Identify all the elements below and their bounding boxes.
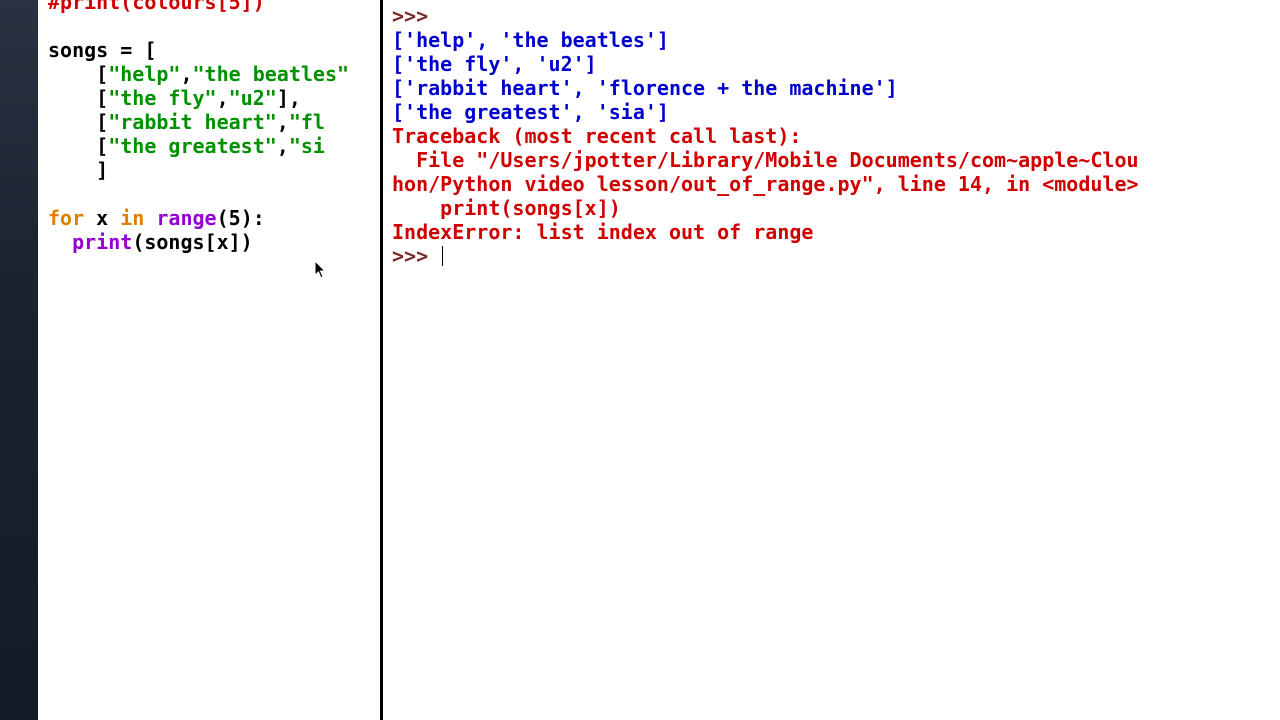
shell-prompt: >>> xyxy=(392,4,428,28)
shell-content[interactable]: >>> ['help', 'the beatles'] ['the fly', … xyxy=(386,0,1280,268)
code-editor-pane[interactable]: #print(colours[5]) songs = [ ["help","th… xyxy=(38,0,383,720)
traceback-line: Traceback (most recent call last): xyxy=(392,124,801,148)
traceback-line: hon/Python video lesson/out_of_range.py"… xyxy=(392,172,1139,196)
shell-output-line: ['the greatest', 'sia'] xyxy=(392,100,669,124)
traceback-line: File "/Users/jpotter/Library/Mobile Docu… xyxy=(392,148,1139,172)
desktop-background-strip xyxy=(0,0,38,720)
songs-assign: songs = [ xyxy=(48,38,156,62)
shell-output-line: ['the fly', 'u2'] xyxy=(392,52,597,76)
range-builtin: range xyxy=(156,206,216,230)
shell-output-line: ['rabbit heart', 'florence + the machine… xyxy=(392,76,898,100)
shell-output-line: ['help', 'the beatles'] xyxy=(392,28,669,52)
print-builtin: print xyxy=(72,230,132,254)
code-editor-content[interactable]: #print(colours[5]) songs = [ ["help","th… xyxy=(38,0,380,254)
shell-prompt: >>> xyxy=(392,244,440,268)
for-keyword: for xyxy=(48,206,84,230)
traceback-line: IndexError: list index out of range xyxy=(392,220,813,244)
python-shell-pane[interactable]: >>> ['help', 'the beatles'] ['the fly', … xyxy=(386,0,1280,720)
traceback-line: print(songs[x]) xyxy=(392,196,621,220)
in-keyword: in xyxy=(120,206,144,230)
comment-line: #print(colours[5]) xyxy=(48,0,265,14)
text-cursor xyxy=(442,246,443,266)
